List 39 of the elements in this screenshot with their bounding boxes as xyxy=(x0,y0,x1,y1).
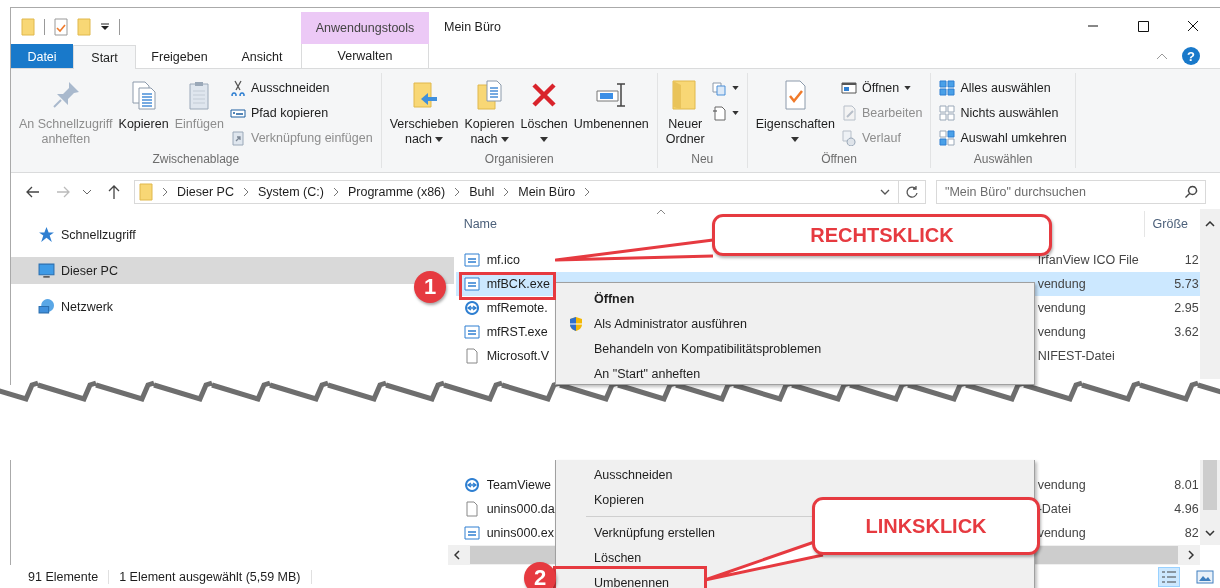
file-type: NIFEST-Datei xyxy=(1037,349,1115,363)
file-size: 2.95 xyxy=(1174,301,1199,315)
navigation-label: Netzwerk xyxy=(61,299,114,314)
file-name: mf.ico xyxy=(486,253,520,267)
file-name: Microsoft.V xyxy=(486,349,550,363)
file-name: mfRST.exe xyxy=(486,325,548,339)
file-type: vendung xyxy=(1037,478,1086,492)
group-label: Organisieren xyxy=(483,152,555,168)
file-size: 4.96 xyxy=(1174,502,1199,516)
file-type: vendung xyxy=(1037,325,1086,339)
file-size: 5.73 xyxy=(1174,277,1199,291)
group-label: Öffnen xyxy=(820,152,858,168)
navigation-label: Dieser PC xyxy=(61,263,118,278)
file-name: TeamViewe xyxy=(486,478,551,492)
callout: RECHTSKLICK xyxy=(712,214,1052,256)
selection-info: 1 Element ausgewählt (5,59 MB) xyxy=(119,569,301,584)
file-size: 8.01 xyxy=(1174,478,1199,492)
file-type: -Datei xyxy=(1037,502,1071,516)
file-type: vendung xyxy=(1037,526,1086,540)
file-name: unins000.da xyxy=(486,502,555,516)
file-type: vendung xyxy=(1037,277,1086,291)
file-size: 3.62 xyxy=(1174,325,1199,339)
file-size: 82 xyxy=(1184,526,1199,540)
step-badge: 1 xyxy=(414,271,446,303)
step-badge: 2 xyxy=(524,562,556,588)
callout: LINKSKLICK xyxy=(812,497,1040,555)
item-count: 91 Elemente xyxy=(28,569,99,584)
file-size: 12 xyxy=(1184,253,1199,267)
window-title: Mein Büro xyxy=(444,20,501,34)
context-tab-header: Anwendungstools xyxy=(301,12,429,44)
file-name: mfRemote. xyxy=(486,301,548,315)
group-label: Zwischenablage xyxy=(151,152,241,168)
file-type: IrfanView ICO File xyxy=(1037,253,1139,267)
file-type: vendung xyxy=(1037,301,1086,315)
file-name: mfBCK.exe xyxy=(486,277,550,291)
file-name: unins000.ex xyxy=(486,526,555,540)
group-label: Neu xyxy=(690,152,715,168)
navigation-label: Schnellzugriff xyxy=(61,227,136,242)
group-label: Auswählen xyxy=(972,152,1034,168)
